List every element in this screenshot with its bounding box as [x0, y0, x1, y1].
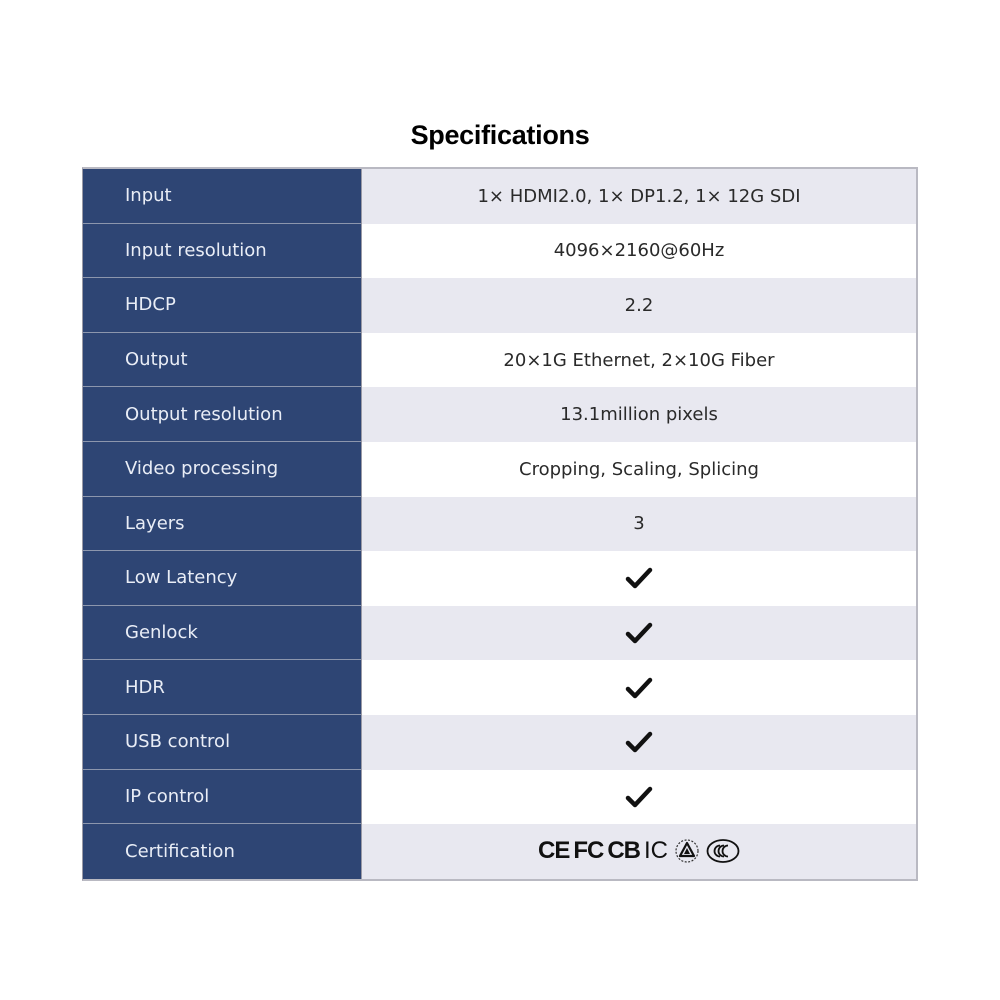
- row-label: IP control: [83, 769, 361, 825]
- row-label: HDCP: [83, 278, 361, 333]
- row-value: [361, 714, 916, 770]
- check-icon: [625, 568, 653, 589]
- row-value: Cropping, Scaling, Splicing: [361, 441, 916, 497]
- row-value: 3: [361, 496, 916, 552]
- row-label: Video processing: [83, 441, 361, 497]
- row-label: Layers: [83, 496, 361, 552]
- row-label: HDR: [83, 660, 361, 715]
- table-row: Video processing Cropping, Scaling, Spli…: [83, 441, 916, 497]
- row-label: Output resolution: [83, 387, 361, 442]
- table-row: Low Latency: [83, 551, 916, 606]
- page-title: Specifications: [410, 120, 590, 150]
- check-icon: [625, 622, 653, 644]
- table-row: Input 1× HDMI2.0, 1× DP1.2, 1× 12G SDI: [83, 169, 916, 224]
- table-row: Certification CE FC CB IC: [83, 824, 916, 879]
- table-row: Layers 3: [83, 496, 916, 552]
- row-label: Low Latency: [83, 551, 361, 606]
- table-row: Genlock: [83, 605, 916, 661]
- certification-logos: CE FC CB IC: [538, 837, 740, 865]
- row-label: Certification: [83, 824, 361, 879]
- table-row: Output 20×1G Ethernet, 2×10G Fiber: [83, 332, 916, 388]
- row-value: 1× HDMI2.0, 1× DP1.2, 1× 12G SDI: [361, 169, 916, 224]
- triangle-cert-icon: [675, 839, 699, 864]
- row-value: [361, 769, 916, 825]
- row-value: 2.2: [361, 278, 916, 333]
- check-icon: [625, 786, 653, 808]
- row-label: USB control: [83, 714, 361, 770]
- ce-mark-icon: CE: [537, 837, 570, 865]
- table-row: IP control: [83, 769, 916, 825]
- fcc-text: FC: [573, 837, 604, 865]
- table-row: Input resolution 4096×2160@60Hz: [83, 223, 916, 279]
- row-label: Output: [83, 332, 361, 388]
- spec-table: Input 1× HDMI2.0, 1× DP1.2, 1× 12G SDI I…: [82, 167, 918, 881]
- row-value: [361, 605, 916, 661]
- row-value: 20×1G Ethernet, 2×10G Fiber: [361, 332, 916, 388]
- row-value: 4096×2160@60Hz: [361, 223, 916, 279]
- ccc-mark-icon: [706, 839, 740, 864]
- check-icon: [625, 731, 653, 753]
- table-row: HDR: [83, 660, 916, 715]
- cb-mark-icon: CB: [607, 837, 641, 865]
- row-label: Input: [83, 169, 361, 224]
- ic-mark-icon: IC: [644, 837, 668, 865]
- row-value: 13.1million pixels: [361, 387, 916, 442]
- fcc-mark-icon: FC: [573, 837, 604, 865]
- row-value: CE FC CB IC: [361, 824, 916, 879]
- row-label: Genlock: [83, 605, 361, 661]
- table-row: Output resolution 13.1million pixels: [83, 387, 916, 442]
- row-label: Input resolution: [83, 223, 361, 279]
- row-value: [361, 551, 916, 606]
- table-row: HDCP 2.2: [83, 278, 916, 333]
- row-value: [361, 660, 916, 715]
- table-row: USB control: [83, 714, 916, 770]
- check-icon: [625, 677, 653, 698]
